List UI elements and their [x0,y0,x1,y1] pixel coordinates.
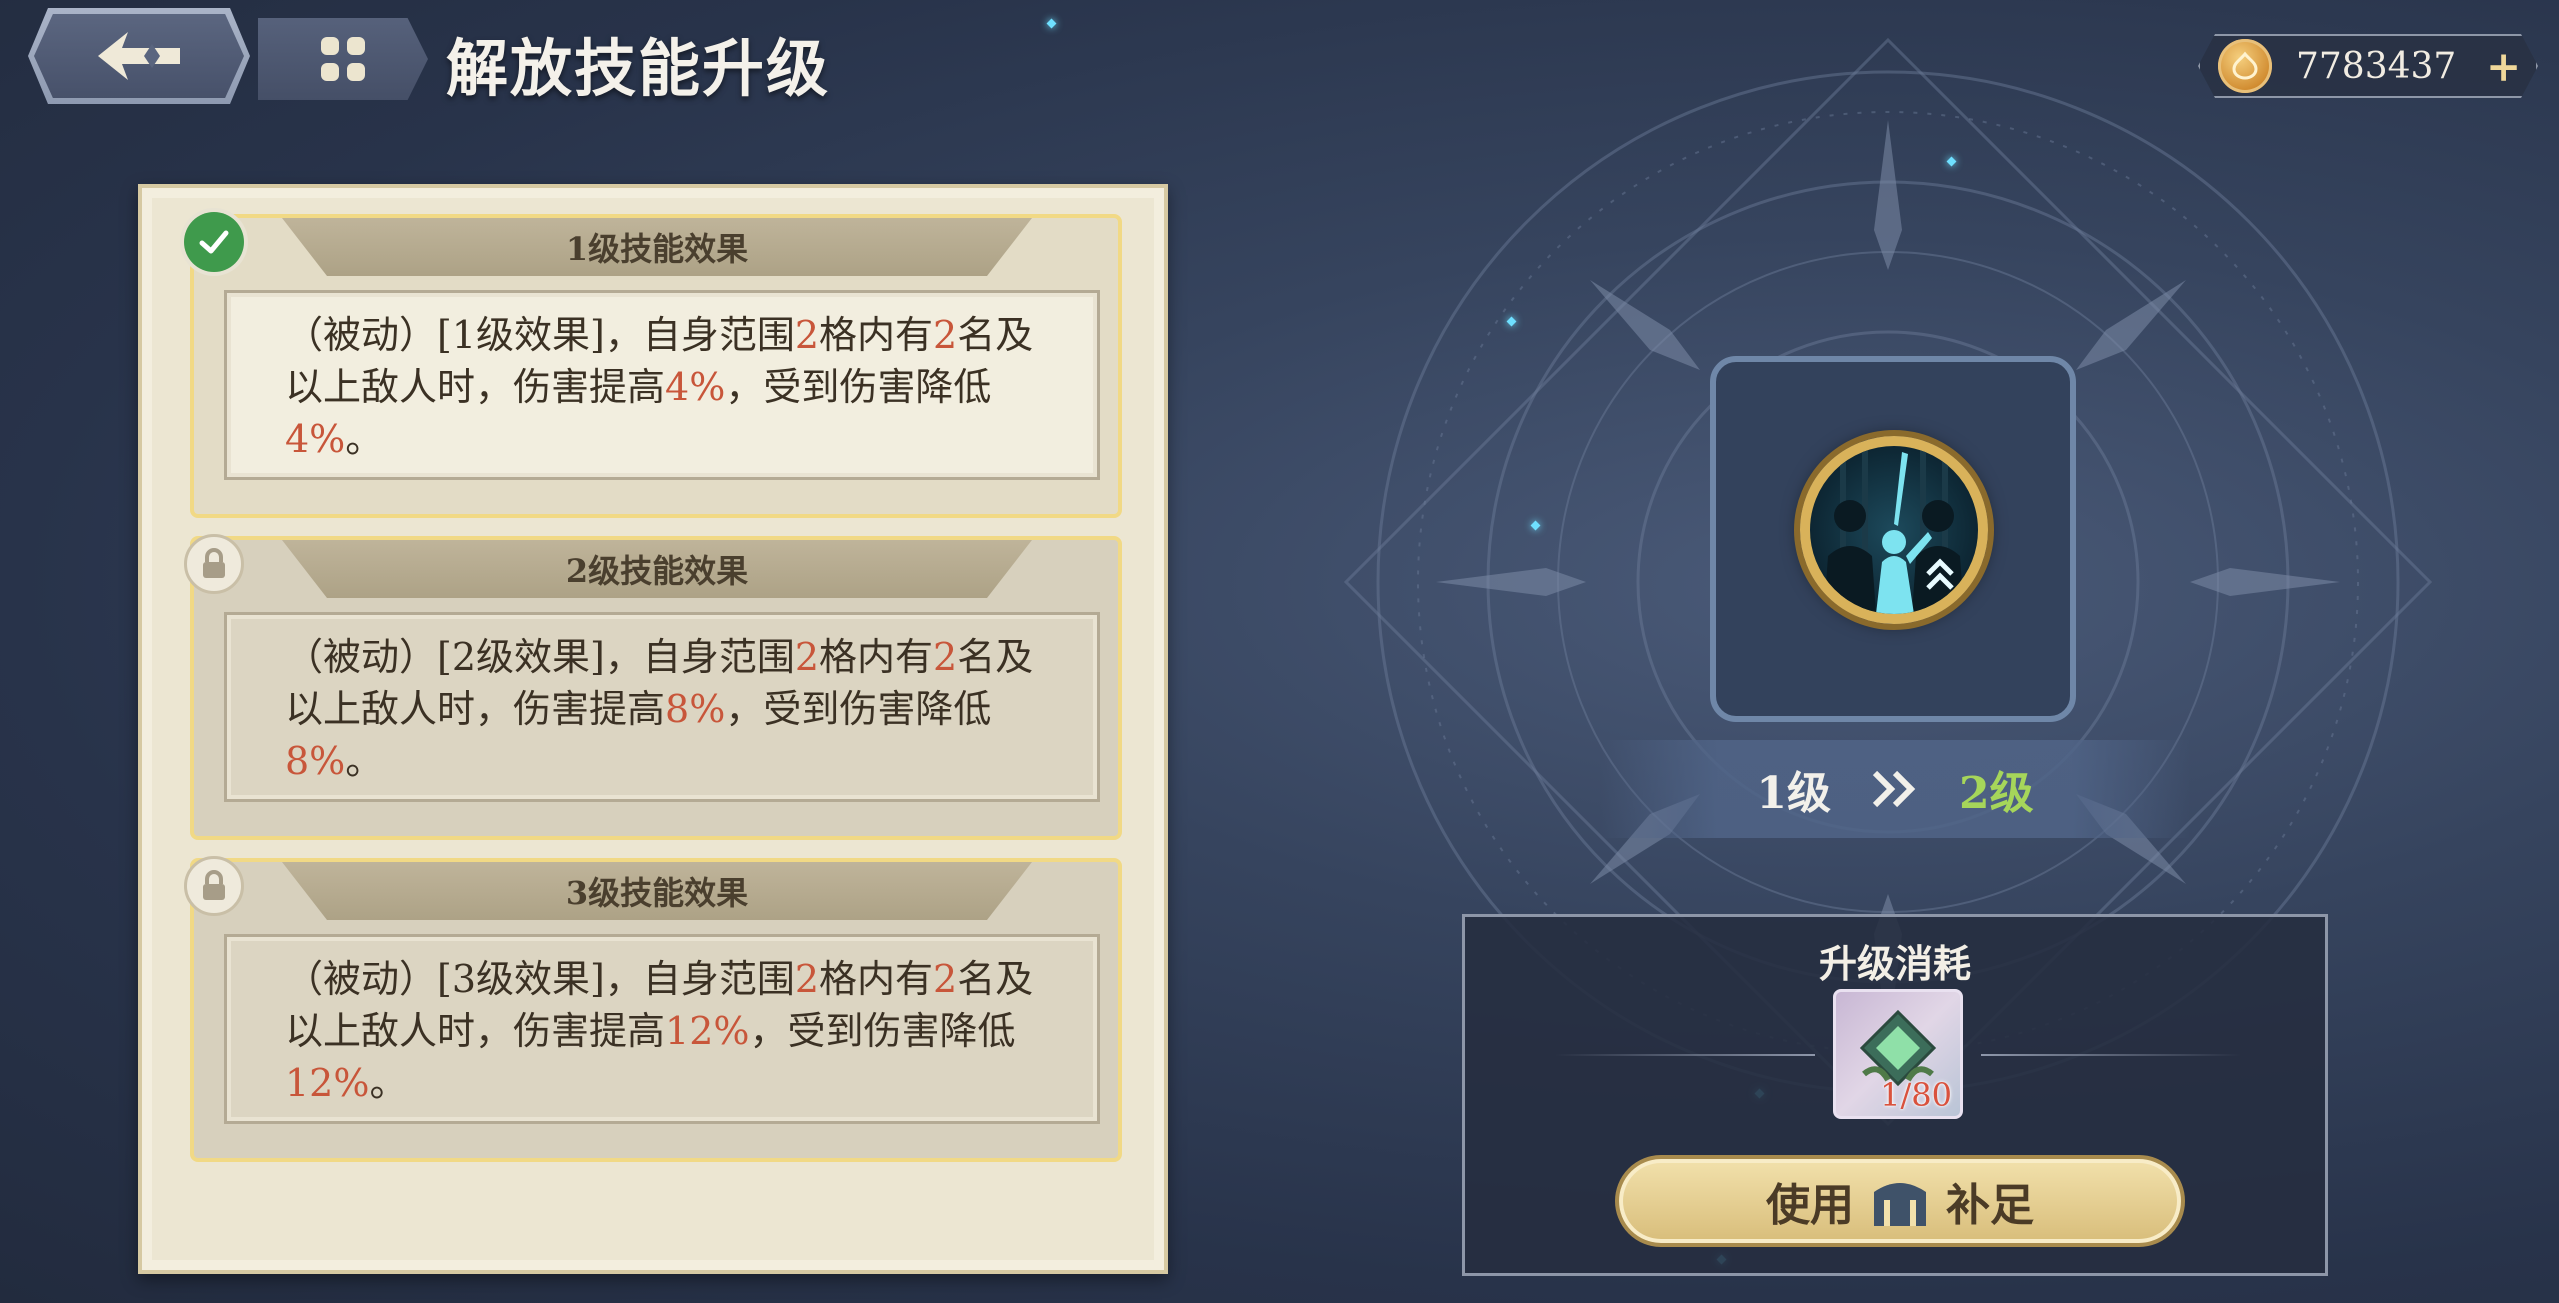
effect-description: （被动）[3级效果]，自身范围2格内有2名及以上敌人时，伤害提高12%，受到伤害… [224,934,1100,1124]
currency-display: 7783437 + [2198,34,2538,98]
lock-icon [184,856,244,916]
add-currency-button[interactable]: + [2486,42,2521,91]
effect-text: （被动）[2级效果]，自身范围 [285,635,795,679]
effect-value: 8% [665,687,726,731]
effect-card-level-1: 1级技能效果 （被动）[1级效果]，自身范围2格内有2名及以上敌人时，伤害提高4… [184,212,1122,518]
coin-icon [2218,39,2272,93]
effect-card-header: 2级技能效果 [282,540,1032,598]
cost-title: 升级消耗 [1818,941,1971,986]
fill-label: 补足 [1946,1180,2034,1231]
divider [1555,1054,1815,1056]
effect-card-level-2: 2级技能效果 （被动）[2级效果]，自身范围2格内有2名及以上敌人时，伤害提高8… [184,534,1122,840]
effect-value: 8% [285,739,346,783]
effect-value: 2 [933,957,958,1001]
skill-effects-panel: 1级技能效果 （被动）[1级效果]，自身范围2格内有2名及以上敌人时，伤害提高4… [138,184,1168,1274]
effect-card-title: 1级技能效果 [565,230,749,268]
effect-value: 2 [933,635,958,679]
skill-icon[interactable] [1800,436,1988,624]
material-count: 1/80 [1880,1076,1952,1114]
grid-menu-icon [321,37,365,81]
back-arrow-icon [98,32,180,80]
checkmark-icon [184,212,244,272]
current-level: 1级 [1756,768,1831,819]
effect-text: （被动）[3级效果]，自身范围 [285,957,795,1001]
effect-text: （被动）[1级效果]，自身范围 [285,313,795,357]
menu-button[interactable] [258,18,428,100]
effect-value: 2 [794,313,820,357]
effect-value: 2 [794,635,820,679]
effect-text: 。 [369,1061,408,1105]
effect-card-header: 3级技能效果 [282,862,1032,920]
effect-value: 2 [794,957,820,1001]
page-title: 解放技能升级 [446,32,831,105]
effect-card-title: 3级技能效果 [565,874,749,912]
effect-text: 格内有 [819,957,934,1001]
lock-icon [184,534,244,594]
use-fill-button[interactable]: 使用 补足 [1615,1155,2185,1247]
divider [1981,1054,2241,1056]
effect-value: 12% [285,1061,370,1105]
effect-text: ，受到伤害降低 [725,687,992,731]
effect-value: 4% [285,417,346,461]
double-chevron-right-icon [1872,770,1916,808]
effect-card-header: 1级技能效果 [282,218,1032,276]
use-label: 使用 [1766,1180,1854,1231]
upgrade-cost-panel: 升级消耗 1/80 使用 补足 [1462,914,2328,1276]
effect-card-level-3: 3级技能效果 （被动）[3级效果]，自身范围2格内有2名及以上敌人时，伤害提高1… [184,856,1122,1162]
effect-description: （被动）[1级效果]，自身范围2格内有2名及以上敌人时，伤害提高4%，受到伤害降… [224,290,1100,480]
effect-value: 2 [933,313,958,357]
currency-value: 7783437 [2296,45,2457,87]
effect-value: 12% [665,1009,750,1053]
sparkle [1046,18,1057,29]
effect-description: （被动）[2级效果]，自身范围2格内有2名及以上敌人时，伤害提高8%，受到伤害降… [224,612,1100,802]
shop-bag-icon [1874,1183,1926,1226]
effect-text: 格内有 [819,313,934,357]
skill-sword-figures-icon [1824,446,1964,614]
effect-text: ，受到伤害降低 [725,365,992,409]
effect-text: 。 [345,417,384,461]
effect-text: 。 [345,739,384,783]
next-level: 2级 [1959,768,2034,819]
effect-value: 4% [665,365,726,409]
upgrade-material-item[interactable]: 1/80 [1833,989,1963,1119]
effect-text: 格内有 [819,635,934,679]
level-transition: 1级 2级 [1600,740,2190,838]
effect-text: ，受到伤害降低 [749,1009,1016,1053]
back-button[interactable] [28,8,250,104]
effect-card-title: 2级技能效果 [565,552,749,590]
